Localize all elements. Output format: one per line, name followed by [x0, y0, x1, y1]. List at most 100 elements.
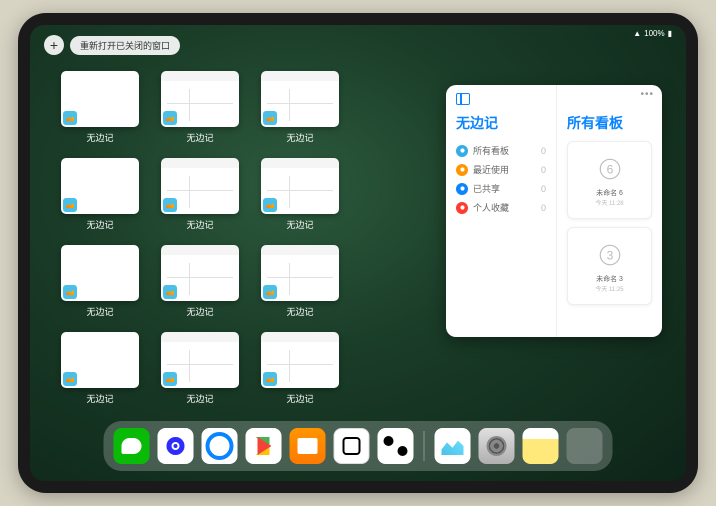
window-thumbnail[interactable]: 无边记 — [60, 332, 140, 405]
menu-count: 0 — [541, 165, 546, 175]
dock-app-dice[interactable] — [334, 428, 370, 464]
freeform-app-icon — [63, 111, 77, 125]
svg-text:3: 3 — [606, 248, 613, 262]
thumbnail-label: 无边记 — [186, 305, 213, 318]
thumbnail-preview — [161, 332, 239, 388]
thumbnail-preview — [261, 71, 339, 127]
thumbnail-label: 无边记 — [86, 392, 113, 405]
dock-app-connect[interactable] — [378, 428, 414, 464]
dock-app-qq[interactable] — [202, 428, 238, 464]
window-thumbnail[interactable]: 无边记 — [160, 245, 240, 318]
thumbnail-label: 无边记 — [186, 218, 213, 231]
ipad-frame: ▲ 100% ▮ + 重新打开已关闭的窗口 无边记无边记无边记无边记无边记无边记… — [18, 13, 698, 493]
boards-list: 6未命名 6今天 11:283未命名 3今天 11:25 — [567, 141, 652, 313]
dock-app-notes[interactable] — [523, 428, 559, 464]
panel-title: 无边记 — [456, 113, 546, 133]
thumbnail-label: 无边记 — [286, 131, 313, 144]
freeform-panel[interactable]: ••• 无边记 所有看板0最近使用0已共享0个人收藏0 所有看板 6未命名 6今… — [446, 85, 662, 337]
thumbnail-label: 无边记 — [186, 131, 213, 144]
menu-label: 所有看板 — [473, 144, 509, 157]
thumbnail-label: 无边记 — [86, 305, 113, 318]
battery-icon: ▮ — [668, 29, 672, 38]
dock-app-books[interactable] — [290, 428, 326, 464]
dock — [104, 421, 613, 471]
window-thumbnail[interactable]: 无边记 — [60, 71, 140, 144]
thumbnail-label: 无边记 — [286, 218, 313, 231]
thumbnail-preview — [161, 158, 239, 214]
thumbnail-preview — [61, 245, 139, 301]
thumbnail-preview — [261, 245, 339, 301]
window-thumbnail[interactable]: 无边记 — [260, 71, 340, 144]
window-thumbnail[interactable]: 无边记 — [260, 245, 340, 318]
dock-app-freeform[interactable] — [435, 428, 471, 464]
wifi-icon: ▲ — [633, 29, 641, 38]
menu-count: 0 — [541, 184, 546, 194]
thumbnail-preview — [61, 332, 139, 388]
panel-content: 所有看板 6未命名 6今天 11:283未命名 3今天 11:25 — [556, 85, 662, 337]
window-thumbnail[interactable]: 无边记 — [160, 71, 240, 144]
menu-item[interactable]: 已共享 0 — [456, 179, 546, 198]
menu-icon — [456, 202, 468, 214]
menu-item[interactable]: 所有看板 0 — [456, 141, 546, 160]
sidebar-toggle-icon[interactable] — [456, 93, 470, 105]
thumbnail-label: 无边记 — [86, 131, 113, 144]
thumbnail-preview — [61, 158, 139, 214]
screen: ▲ 100% ▮ + 重新打开已关闭的窗口 无边记无边记无边记无边记无边记无边记… — [30, 25, 686, 481]
reopen-closed-window-button[interactable]: 重新打开已关闭的窗口 — [70, 36, 180, 55]
thumbnail-preview — [161, 71, 239, 127]
board-label: 未命名 6 — [596, 188, 623, 198]
thumbnail-preview — [161, 245, 239, 301]
dock-separator — [424, 431, 425, 461]
dock-app-play[interactable] — [246, 428, 282, 464]
more-icon[interactable]: ••• — [640, 89, 654, 100]
window-thumbnail[interactable]: 无边记 — [260, 158, 340, 231]
menu-item[interactable]: 个人收藏 0 — [456, 198, 546, 217]
dock-app-multi[interactable] — [567, 428, 603, 464]
freeform-app-icon — [163, 285, 177, 299]
status-bar: ▲ 100% ▮ — [633, 29, 672, 38]
freeform-app-icon — [163, 111, 177, 125]
freeform-app-icon — [263, 111, 277, 125]
thumbnail-preview — [261, 332, 339, 388]
menu-label: 个人收藏 — [473, 201, 509, 214]
board-sublabel: 今天 11:28 — [595, 198, 623, 207]
window-thumbnail[interactable]: 无边记 — [260, 332, 340, 405]
freeform-app-icon — [263, 285, 277, 299]
menu-count: 0 — [541, 146, 546, 156]
thumbnail-label: 无边记 — [86, 218, 113, 231]
menu-icon — [456, 164, 468, 176]
new-window-button[interactable]: + — [44, 35, 64, 55]
thumbnail-preview — [261, 158, 339, 214]
dock-app-settings[interactable] — [479, 428, 515, 464]
battery-label: 100% — [644, 29, 664, 38]
menu-label: 最近使用 — [473, 163, 509, 176]
thumbnail-label: 无边记 — [186, 392, 213, 405]
board-item[interactable]: 3未命名 3今天 11:25 — [567, 227, 652, 305]
svg-text:6: 6 — [606, 162, 613, 176]
freeform-app-icon — [263, 372, 277, 386]
freeform-app-icon — [63, 198, 77, 212]
menu-icon — [456, 145, 468, 157]
window-thumbnail[interactable]: 无边记 — [160, 158, 240, 231]
panel-right-title: 所有看板 — [567, 113, 652, 133]
freeform-app-icon — [263, 198, 277, 212]
board-sketch-icon: 3 — [595, 240, 625, 270]
window-thumbnail[interactable]: 无边记 — [160, 332, 240, 405]
thumbnail-preview — [61, 71, 139, 127]
panel-sidebar: 无边记 所有看板 0 最近使用 0 已共享 0 个人收藏 0 — [446, 85, 556, 337]
dock-app-browser1[interactable] — [158, 428, 194, 464]
menu-icon — [456, 183, 468, 195]
window-thumbnail[interactable]: 无边记 — [60, 158, 140, 231]
panel-menu: 所有看板 0 最近使用 0 已共享 0 个人收藏 0 — [456, 141, 546, 217]
dock-app-wechat[interactable] — [114, 428, 150, 464]
window-grid: 无边记无边记无边记无边记无边记无边记无边记无边记无边记无边记无边记无边记 — [60, 71, 440, 405]
board-sublabel: 今天 11:25 — [595, 284, 623, 293]
freeform-app-icon — [163, 198, 177, 212]
menu-label: 已共享 — [473, 182, 500, 195]
board-item[interactable]: 6 未命名 6今天 11:28 — [567, 141, 652, 219]
freeform-app-icon — [63, 285, 77, 299]
menu-item[interactable]: 最近使用 0 — [456, 160, 546, 179]
freeform-app-icon — [63, 372, 77, 386]
window-thumbnail[interactable]: 无边记 — [60, 245, 140, 318]
menu-count: 0 — [541, 203, 546, 213]
